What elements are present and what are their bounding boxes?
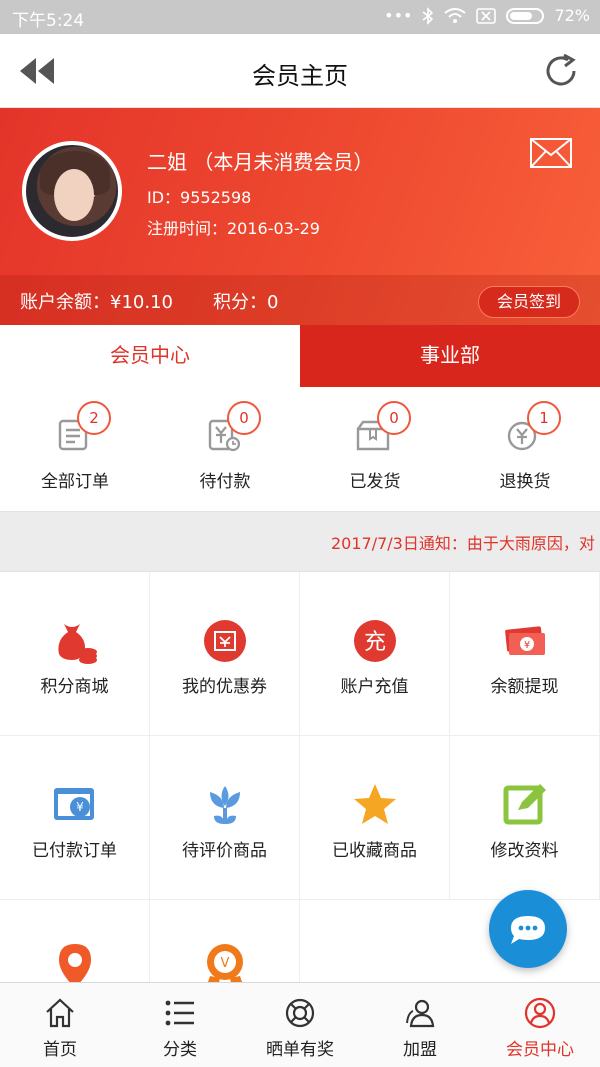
order-status-row: 2 全部订单 0 待付款 0 已发货 1 退换货 bbox=[0, 387, 600, 511]
wifi-icon bbox=[444, 7, 467, 23]
more-dots-icon: ••• bbox=[384, 6, 413, 25]
grid-item-coupons[interactable]: 我的优惠券 bbox=[150, 572, 300, 736]
profile-register-date: 注册时间：2016-03-29 bbox=[147, 219, 320, 238]
balance-bar: 账户余额：¥10.10 积分：0 会员签到 bbox=[0, 275, 600, 325]
order-label: 退换货 bbox=[499, 472, 551, 492]
grid-item-vip[interactable]: V bbox=[150, 900, 300, 982]
nav-category[interactable]: 分类 bbox=[120, 983, 240, 1067]
nav-label: 加盟 bbox=[403, 1040, 437, 1060]
star-icon bbox=[354, 784, 396, 824]
edit-icon bbox=[503, 784, 546, 825]
order-label: 待付款 bbox=[199, 472, 251, 492]
mail-icon[interactable] bbox=[530, 138, 572, 168]
order-pending-payment[interactable]: 0 待付款 bbox=[150, 387, 300, 511]
svg-text:¥: ¥ bbox=[76, 800, 84, 814]
chat-bubble-icon bbox=[511, 916, 545, 944]
coupon-icon bbox=[204, 620, 246, 662]
list-icon bbox=[165, 1000, 194, 1026]
nav-show-orders[interactable]: 晒单有奖 bbox=[240, 983, 360, 1067]
grid-item-label: 账户充值 bbox=[340, 677, 409, 697]
bluetooth-icon bbox=[422, 6, 434, 25]
profile-card: 二姐 （本月未消费会员） ID：9552598 注册时间：2016-03-29 … bbox=[0, 108, 600, 325]
lifebuoy-icon bbox=[285, 998, 315, 1028]
points: 积分：0 bbox=[213, 292, 279, 313]
grid-item-edit-profile[interactable]: 修改资料 bbox=[450, 736, 600, 900]
signin-button[interactable]: 会员签到 bbox=[478, 286, 580, 318]
app-root: { "status_bar": {"time": "下午5:24", "batt… bbox=[0, 0, 600, 1067]
grid-item-label: 修改资料 bbox=[490, 841, 559, 861]
nav-home[interactable]: 首页 bbox=[0, 983, 120, 1067]
status-icons: ••• 72% bbox=[384, 6, 590, 25]
users-icon bbox=[406, 999, 435, 1028]
page-title: 会员主页 bbox=[252, 62, 348, 90]
order-count-badge: 1 bbox=[527, 401, 561, 435]
status-time: 下午5:24 bbox=[12, 11, 85, 31]
review-flower-icon bbox=[210, 786, 240, 824]
notice-marquee[interactable]: 2017/7/3日通知：由于大雨原因，对 bbox=[0, 511, 600, 572]
order-label: 全部订单 bbox=[41, 472, 109, 492]
nav-label: 分类 bbox=[163, 1040, 197, 1060]
vip-badge-icon: V bbox=[207, 944, 243, 982]
cash-withdraw-icon: ¥ bbox=[505, 626, 545, 655]
chat-button[interactable] bbox=[489, 890, 567, 968]
battery-icon bbox=[506, 7, 545, 24]
notice-text: 2017/7/3日通知：由于大雨原因，对 bbox=[331, 534, 595, 553]
paid-order-icon: ¥ bbox=[54, 788, 94, 820]
grid-item-label: 已付款订单 bbox=[32, 841, 117, 861]
order-count-badge: 0 bbox=[227, 401, 261, 435]
nav-member-center[interactable]: 会员中心 bbox=[480, 983, 600, 1067]
svg-text:¥: ¥ bbox=[524, 640, 530, 651]
nav-label: 晒单有奖 bbox=[266, 1040, 334, 1060]
nav-label: 会员中心 bbox=[506, 1040, 574, 1060]
header-bar: 会员主页 bbox=[0, 34, 600, 108]
refresh-icon[interactable] bbox=[542, 52, 580, 90]
grid-item-paid-orders[interactable]: ¥ 已付款订单 bbox=[0, 736, 150, 900]
location-pin-icon bbox=[59, 944, 91, 982]
sim-off-icon bbox=[476, 7, 497, 24]
recharge-icon: 充 bbox=[354, 620, 396, 662]
grid-item-label: 待评价商品 bbox=[182, 841, 267, 861]
nav-join[interactable]: 加盟 bbox=[360, 983, 480, 1067]
money-bag-icon bbox=[58, 624, 97, 664]
order-label: 已发货 bbox=[349, 472, 401, 492]
grid-item-label: 余额提现 bbox=[490, 677, 559, 697]
grid-item-points-mall[interactable]: 积分商城 bbox=[0, 572, 150, 736]
grid-item-withdraw[interactable]: ¥ 余额提现 bbox=[450, 572, 600, 736]
order-count-badge: 2 bbox=[77, 401, 111, 435]
user-circle-icon bbox=[524, 997, 556, 1029]
grid-item-favorites[interactable]: 已收藏商品 bbox=[300, 736, 450, 900]
grid-item-recharge[interactable]: 充 账户充值 bbox=[300, 572, 450, 736]
home-icon bbox=[46, 998, 74, 1028]
order-return[interactable]: 1 退换货 bbox=[450, 387, 600, 511]
order-all[interactable]: 2 全部订单 bbox=[0, 387, 150, 511]
profile-id: ID：9552598 bbox=[147, 188, 252, 207]
svg-text:充: 充 bbox=[364, 630, 386, 655]
tab-business-dept[interactable]: 事业部 bbox=[300, 325, 600, 387]
grid-item-label: 我的优惠券 bbox=[182, 677, 267, 697]
battery-level: 72% bbox=[554, 6, 590, 25]
account-balance: 账户余额：¥10.10 bbox=[20, 292, 173, 313]
nav-label: 首页 bbox=[43, 1040, 77, 1060]
status-bar: 下午5:24 ••• 72% bbox=[0, 0, 600, 34]
grid-item-label: 积分商城 bbox=[40, 677, 109, 697]
grid-item-label: 已收藏商品 bbox=[332, 841, 417, 861]
order-shipped[interactable]: 0 已发货 bbox=[300, 387, 450, 511]
tab-bar: 会员中心 事业部 bbox=[0, 325, 600, 387]
tab-member-center[interactable]: 会员中心 bbox=[0, 325, 300, 387]
bottom-nav: 首页 分类 晒单有奖 加盟 会员中心 bbox=[0, 982, 600, 1067]
grid-item-address[interactable] bbox=[0, 900, 150, 982]
profile-name: 二姐 （本月未消费会员） bbox=[147, 150, 374, 174]
avatar[interactable] bbox=[22, 141, 122, 241]
order-count-badge: 0 bbox=[377, 401, 411, 435]
grid-item-pending-review[interactable]: 待评价商品 bbox=[150, 736, 300, 900]
svg-text:V: V bbox=[221, 956, 230, 971]
